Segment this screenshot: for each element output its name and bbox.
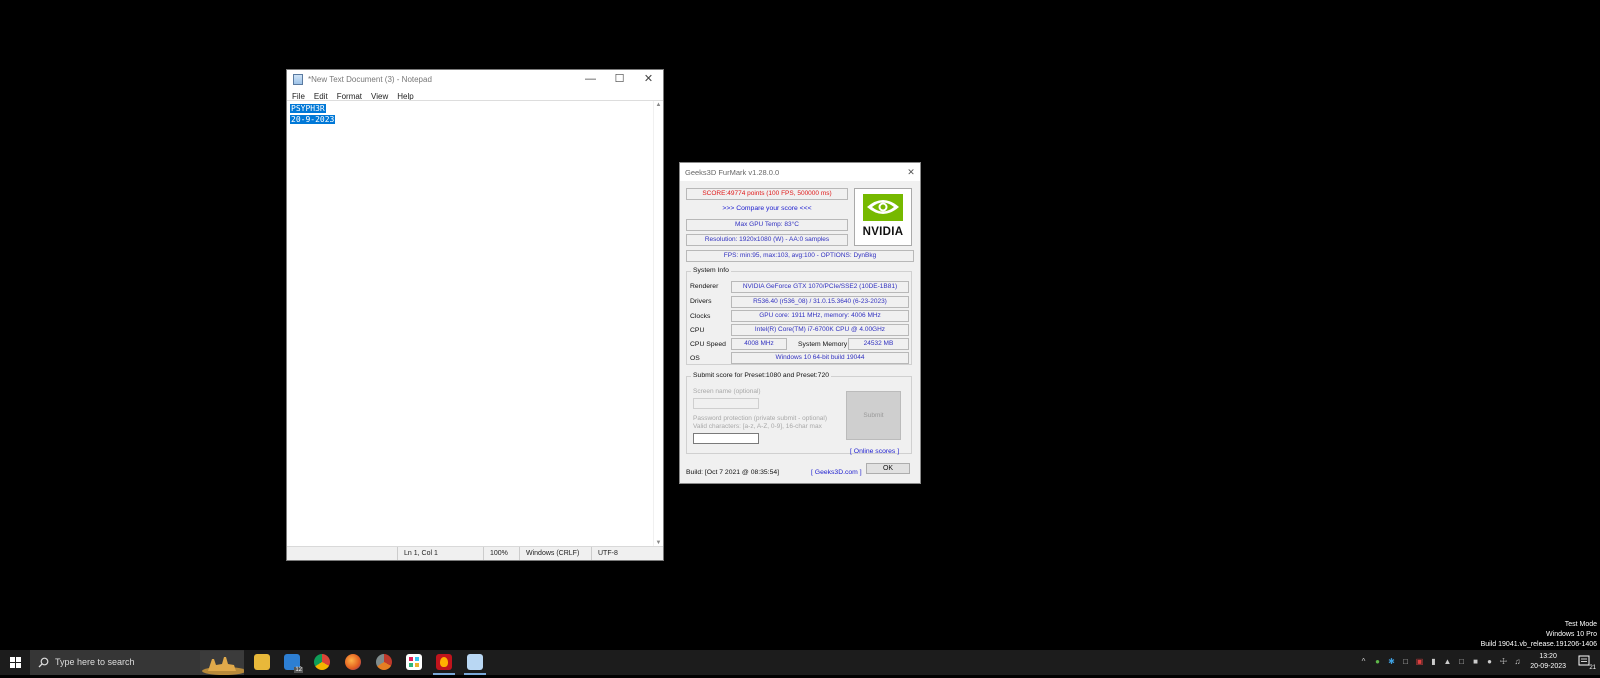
status-line-ending: Windows (CRLF): [519, 547, 591, 560]
system-memory-label: System Memory: [798, 341, 848, 348]
notepad-window[interactable]: *New Text Document (3) - Notepad — ☐ ✕ F…: [286, 69, 664, 561]
resolution-info: Resolution: 1920x1080 (W) - AA:0 samples: [686, 234, 848, 246]
geeks3d-link[interactable]: [ Geeks3D.com ]: [811, 469, 862, 476]
text-line-2: 20-9-2023: [290, 115, 336, 124]
tray-app-icon-8[interactable]: ●: [1485, 657, 1494, 667]
taskbar-search-box[interactable]: Type here to search: [30, 650, 244, 675]
close-icon[interactable]: ✕: [902, 167, 920, 178]
status-encoding: UTF-8: [591, 547, 651, 560]
network-icon[interactable]: ☩: [1499, 657, 1508, 667]
furmark-title: Geeks3D FurMark v1.28.0.0: [685, 167, 780, 177]
chrome-canary-icon[interactable]: [376, 654, 392, 670]
drivers-value: R536.40 (r536_08) / 31.0.15.3640 (6-23-2…: [731, 296, 909, 308]
status-zoom: 100%: [483, 547, 519, 560]
firefox-icon[interactable]: [345, 654, 361, 670]
screen-name-label: Screen name (optional): [693, 388, 761, 395]
notepad-taskbar-icon[interactable]: [467, 654, 483, 670]
compare-score-link[interactable]: >>> Compare your score <<<: [686, 205, 848, 212]
renderer-label: Renderer: [690, 283, 719, 290]
clocks-value: GPU core: 1911 MHz, memory: 4006 MHz: [731, 310, 909, 322]
slack-icon[interactable]: [406, 654, 422, 670]
submit-score-label: Submit score for Preset:1080 and Preset:…: [691, 372, 832, 379]
status-position: Ln 1, Col 1: [397, 547, 482, 560]
system-info-label: System Info: [691, 267, 731, 274]
tray-app-icon-4[interactable]: ▣: [1415, 657, 1424, 667]
furmark-titlebar[interactable]: Geeks3D FurMark v1.28.0.0 ✕: [680, 163, 920, 181]
windows-logo-icon: [10, 657, 21, 668]
max-gpu-temp: Max GPU Temp: 83°C: [686, 219, 848, 231]
mail-icon[interactable]: 12: [284, 654, 303, 673]
screen-name-input[interactable]: [693, 398, 759, 409]
build-info: Build: [Oct 7 2021 @ 08:35:54]: [686, 469, 780, 476]
nvidia-logo-text: NVIDIA: [862, 226, 904, 238]
tray-app-icon-3[interactable]: □: [1401, 657, 1410, 667]
show-hidden-icons-icon[interactable]: ^: [1359, 657, 1368, 667]
cpu-speed-label: CPU Speed: [690, 341, 726, 348]
scroll-up-icon[interactable]: ▲: [654, 102, 663, 108]
nvidia-eye-icon: [863, 194, 903, 221]
clocks-label: Clocks: [690, 313, 711, 320]
watermark-line-2: Windows 10 Pro: [1546, 631, 1597, 638]
taskbar: Type here to search 12 ^ ● ✱ □ ▣ ▮ ▲ □ ■…: [0, 650, 1600, 675]
clock-date: 20-09-2023: [1530, 663, 1566, 670]
notepad-icon: [293, 74, 303, 85]
taskbar-clock[interactable]: 13:20 20-09-2023: [1530, 652, 1566, 672]
search-placeholder: Type here to search: [55, 657, 135, 667]
vertical-scrollbar[interactable]: ▲ ▼: [653, 101, 663, 547]
search-highlight-icon: [200, 651, 244, 675]
notification-center-icon[interactable]: 21: [1578, 655, 1596, 671]
chrome-icon[interactable]: [314, 654, 330, 670]
clock-time: 13:20: [1539, 653, 1557, 660]
tray-app-icon-1[interactable]: ●: [1373, 657, 1382, 667]
os-value: Windows 10 64-bit build 19044: [731, 352, 909, 364]
tray-app-icon-7[interactable]: ■: [1471, 657, 1480, 667]
cpu-label: CPU: [690, 327, 705, 334]
online-scores-link[interactable]: [ Online scores ]: [850, 448, 899, 455]
nvidia-logo: NVIDIA: [854, 188, 912, 246]
password-input[interactable]: [693, 433, 759, 444]
maximize-icon[interactable]: ☐: [605, 70, 634, 89]
notification-count: 21: [1589, 665, 1596, 671]
notepad-text-area[interactable]: PSYPH3R 20-9-2023 ▲ ▼: [287, 100, 663, 547]
ok-button[interactable]: OK: [866, 463, 910, 474]
furmark-window[interactable]: Geeks3D FurMark v1.28.0.0 ✕ SCORE:49774 …: [679, 162, 921, 484]
cpu-value: Intel(R) Core(TM) i7-6700K CPU @ 4.00GHz: [731, 324, 909, 336]
mail-badge: 12: [294, 667, 303, 673]
score-display: SCORE:49774 points (100 FPS, 500000 ms): [686, 188, 848, 200]
cpu-speed-value: 4008 MHz: [731, 338, 787, 350]
usb-icon[interactable]: ▮: [1429, 657, 1438, 667]
minimize-icon[interactable]: —: [576, 70, 605, 89]
fps-info: FPS: min:95, max:103, avg:100 - OPTIONS:…: [686, 250, 914, 262]
text-line-1: PSYPH3R: [290, 104, 326, 113]
start-button[interactable]: [0, 650, 30, 675]
renderer-value: NVIDIA GeForce GTX 1070/PCIe/SSE2 (10DE-…: [731, 281, 909, 293]
file-explorer-icon[interactable]: [254, 654, 270, 670]
submit-button[interactable]: Submit: [846, 391, 901, 440]
notepad-title: *New Text Document (3) - Notepad: [308, 75, 432, 84]
tray-app-icon-2[interactable]: ✱: [1387, 657, 1396, 667]
os-label: OS: [690, 355, 700, 362]
valid-characters-hint: Valid characters: [a-z, A-Z, 0-9], 16-ch…: [693, 423, 822, 430]
close-icon[interactable]: ✕: [634, 70, 663, 89]
test-mode-watermark: Test Mode Windows 10 Pro Build 19041.vb_…: [1481, 620, 1597, 650]
search-icon: [38, 657, 49, 668]
notepad-titlebar[interactable]: *New Text Document (3) - Notepad — ☐ ✕: [287, 70, 663, 89]
watermark-line-1: Test Mode: [1564, 621, 1597, 628]
notepad-statusbar: Ln 1, Col 1 100% Windows (CRLF) UTF-8: [287, 546, 663, 560]
system-memory-value: 24532 MB: [848, 338, 909, 350]
password-label: Password protection (private submit - op…: [693, 415, 828, 422]
tray-app-icon-6[interactable]: □: [1457, 657, 1466, 667]
watermark-line-3: Build 19041.vb_release.191206-1406: [1480, 641, 1597, 648]
volume-icon[interactable]: ♫: [1513, 657, 1522, 667]
drivers-label: Drivers: [690, 298, 712, 305]
tray-app-icon-5[interactable]: ▲: [1443, 657, 1452, 667]
furmark-taskbar-icon[interactable]: [436, 654, 452, 670]
